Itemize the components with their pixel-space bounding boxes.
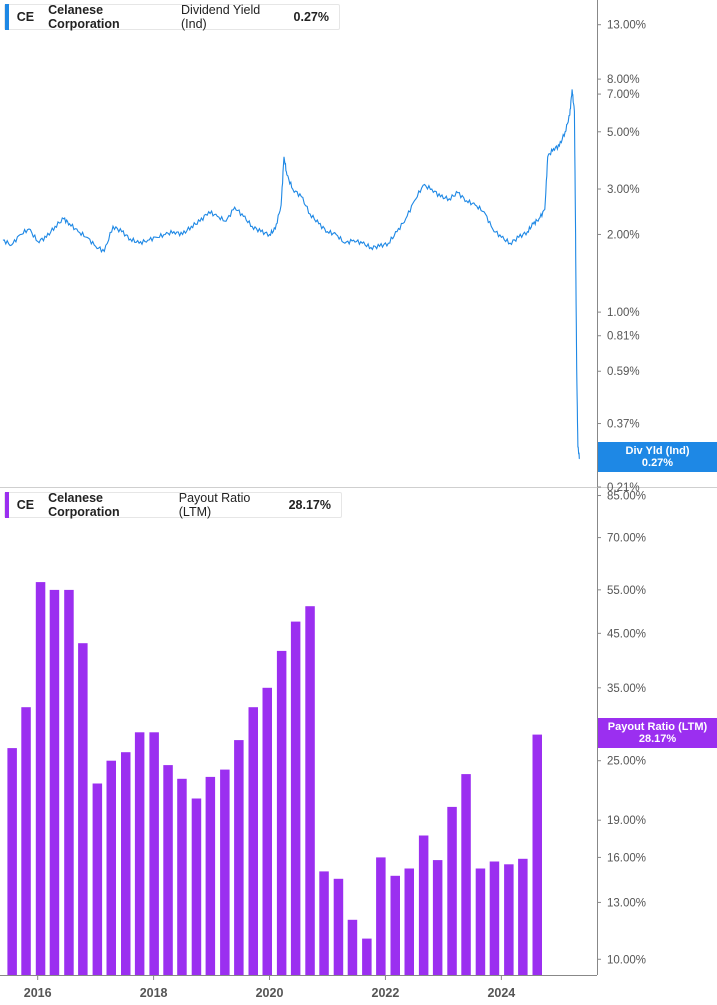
- payout-ratio-plot: [7, 582, 542, 975]
- x-tick-label: 2018: [140, 986, 168, 1000]
- payout-bar: [234, 740, 244, 975]
- top-y-tick-label: 0.37%: [607, 419, 640, 431]
- bottom-y-tick-label: 19.00%: [607, 815, 646, 827]
- bottom-y-tick-label: 25.00%: [607, 756, 646, 768]
- payout-bar: [447, 806, 457, 975]
- top-y-tick-label: 7.00%: [607, 89, 640, 101]
- top-y-tick-label: 3.00%: [607, 184, 640, 196]
- bottom-legend-company: Celanese Corporation: [48, 491, 120, 519]
- top-badge-value: 0.27%: [641, 457, 674, 469]
- dividend-yield-line: [2, 89, 580, 460]
- payout-bar: [376, 857, 386, 975]
- payout-bar: [163, 765, 173, 975]
- bottom-y-tick-label: 85.00%: [607, 491, 646, 503]
- payout-bar: [347, 919, 358, 975]
- x-tick-label: 2016: [24, 986, 52, 1000]
- bottom-y-tick-label: 16.00%: [607, 852, 646, 864]
- top-y-tick-label: 2.00%: [607, 229, 640, 241]
- payout-bar: [149, 732, 159, 975]
- top-value-badge: Div Yld (Ind) 0.27%: [598, 442, 717, 472]
- top-legend: CE Celanese Corporation Dividend Yield (…: [4, 3, 340, 31]
- bottom-value-badge: Payout Ratio (LTM) 28.17%: [598, 718, 717, 748]
- payout-bar: [461, 774, 471, 975]
- payout-bar: [475, 868, 486, 975]
- bottom-legend-ticker: CE: [16, 498, 35, 512]
- payout-bar: [92, 783, 103, 975]
- payout-bar: [333, 878, 344, 975]
- top-badge-label: Div Yld (Ind): [625, 445, 690, 457]
- top-y-tick-label: 0.59%: [607, 366, 640, 378]
- top-y-tick-label: 13.00%: [607, 20, 646, 32]
- bottom-badge-label: Payout Ratio (LTM): [607, 721, 708, 733]
- dividend-yield-plot: [2, 89, 580, 460]
- bottom-y-tick-label: 45.00%: [607, 628, 646, 640]
- bottom-y-tick-label: 70.00%: [607, 533, 646, 545]
- payout-bar: [404, 868, 414, 975]
- payout-bar: [418, 835, 429, 975]
- payout-bar: [248, 707, 258, 975]
- bottom-y-tick-label: 10.00%: [607, 954, 646, 966]
- top-legend-value: 0.27%: [293, 10, 329, 24]
- top-y-tick-label: 5.00%: [607, 127, 640, 139]
- payout-bar: [205, 776, 216, 975]
- payout-bar: [532, 734, 542, 975]
- payout-bar: [489, 861, 500, 975]
- payout-bar: [78, 643, 88, 975]
- chart-stage: 13.00% 8.00% 7.00% 5.00% 3.00% 2.00% 1.00% 0.81…: [0, 0, 717, 1005]
- payout-bar: [64, 589, 74, 975]
- payout-bar: [121, 752, 131, 975]
- bottom-legend: CE Celanese Corporation Payout Ratio (LT…: [4, 491, 342, 519]
- payout-bar: [191, 798, 202, 975]
- payout-bar: [21, 707, 31, 975]
- payout-bar: [220, 769, 230, 975]
- bottom-badge-value: 28.17%: [638, 733, 677, 745]
- payout-bar: [262, 687, 272, 975]
- payout-bar: [7, 748, 17, 975]
- payout-bar: [49, 589, 60, 975]
- payout-bar: [518, 858, 528, 975]
- payout-bar: [390, 875, 400, 975]
- bottom-legend-value: 28.17%: [288, 498, 331, 512]
- top-y-tick-label: 1.00%: [607, 307, 640, 319]
- payout-bar: [134, 732, 145, 975]
- bottom-y-tick-label: 13.00%: [607, 897, 646, 909]
- top-legend-metric: Dividend Yield (Ind): [181, 3, 261, 31]
- x-tick-label: 2024: [487, 986, 515, 1000]
- payout-bar: [305, 606, 315, 975]
- payout-bar: [177, 778, 187, 975]
- payout-bar: [290, 621, 301, 975]
- payout-bar: [432, 860, 443, 975]
- top-y-tick-label: 0.81%: [607, 331, 640, 343]
- top-y-tick-label: 8.00%: [607, 74, 640, 86]
- bottom-legend-metric: Payout Ratio (LTM): [178, 491, 251, 519]
- x-tick-label: 2022: [372, 986, 400, 1000]
- top-legend-swatch: [5, 4, 9, 30]
- bottom-y-tick-label: 35.00%: [607, 683, 646, 695]
- payout-bar: [362, 938, 372, 975]
- payout-bar: [276, 650, 287, 975]
- top-legend-company: Celanese Corporation: [48, 3, 120, 31]
- x-tick-label: 2020: [256, 986, 284, 1000]
- bottom-y-tick-label: 55.00%: [607, 585, 646, 597]
- payout-bar: [319, 871, 329, 975]
- bottom-legend-swatch: [5, 492, 9, 518]
- payout-bar: [504, 864, 514, 975]
- payout-bar: [35, 582, 46, 975]
- payout-bar: [106, 760, 116, 975]
- top-legend-ticker: CE: [16, 10, 35, 24]
